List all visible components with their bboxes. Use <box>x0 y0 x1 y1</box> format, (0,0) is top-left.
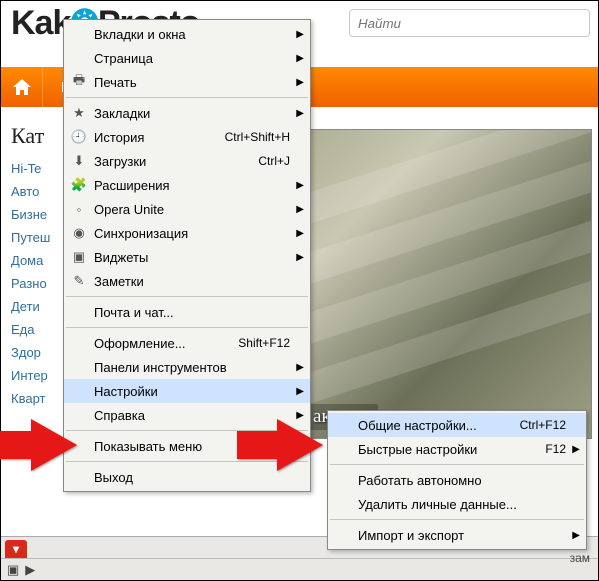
chevron-right-icon: ▶ <box>572 444 580 455</box>
menu-icon: 🖶 <box>70 71 88 93</box>
logo-text-1: Kak <box>11 4 70 42</box>
search-input[interactable] <box>349 9 590 37</box>
sub-menu-item-0[interactable]: Общие настройки...Ctrl+F12 <box>328 413 586 437</box>
menu-shortcut: Shift+F12 <box>238 336 290 350</box>
play-icon[interactable]: ▶ <box>25 562 35 578</box>
menu-label: Расширения <box>88 178 290 193</box>
menu-icon: ◉ <box>70 225 88 241</box>
main-menu-item-22[interactable]: Выход <box>64 465 310 489</box>
main-menu-item-11[interactable]: ✎Заметки <box>64 269 310 293</box>
sub-menu-item-4[interactable]: Удалить личные данные... <box>328 492 586 516</box>
menu-label: Справка <box>88 408 290 423</box>
menu-label: Панели инструментов <box>88 360 290 375</box>
main-menu-item-8[interactable]: ◦Opera Unite ▶ <box>64 197 310 221</box>
menu-shortcut: Ctrl+J <box>258 154 290 168</box>
menu-separator <box>330 519 584 520</box>
menu-shortcut: Ctrl+Shift+H <box>225 130 290 144</box>
menu-separator <box>66 97 308 98</box>
menu-label: Работать автономно <box>352 473 566 488</box>
sub-menu-item-6[interactable]: Импорт и экспорт ▶ <box>328 523 586 547</box>
main-menu-item-0[interactable]: Вкладки и окна ▶ <box>64 22 310 46</box>
menu-label: Удалить личные данные... <box>352 497 566 512</box>
panel-icon[interactable]: ▣ <box>7 562 19 578</box>
menu-icon: ◦ <box>70 202 88 217</box>
chevron-right-icon: ▶ <box>296 180 304 191</box>
menu-separator <box>330 464 584 465</box>
chevron-right-icon: ▶ <box>296 53 304 64</box>
menu-separator <box>66 296 308 297</box>
menu-label: Загрузки <box>88 154 258 169</box>
menu-label: Выход <box>88 470 290 485</box>
menu-label: Opera Unite <box>88 202 290 217</box>
opera-menu-button[interactable]: ▾ <box>5 540 27 558</box>
menu-icon: ✎ <box>70 273 88 289</box>
home-button[interactable] <box>1 67 43 107</box>
page-note: зам <box>570 551 590 565</box>
menu-icon: ⬇ <box>70 153 88 169</box>
menu-label: Импорт и экспорт <box>352 528 566 543</box>
chevron-right-icon: ▶ <box>296 204 304 215</box>
menu-label: Общие настройки... <box>352 418 520 433</box>
menu-label: Страница <box>88 51 290 66</box>
chevron-right-icon: ▶ <box>296 386 304 397</box>
menu-label: Виджеты <box>88 250 290 265</box>
main-menu-item-10[interactable]: ▣Виджеты ▶ <box>64 245 310 269</box>
main-menu-item-5[interactable]: 🕘ИсторияCtrl+Shift+H <box>64 125 310 149</box>
main-menu-item-7[interactable]: 🧩Расширения ▶ <box>64 173 310 197</box>
chevron-right-icon: ▶ <box>296 108 304 119</box>
menu-label: Быстрые настройки <box>352 442 545 457</box>
menu-label: Печать <box>88 75 290 90</box>
menu-label: Вкладки и окна <box>88 27 290 42</box>
menu-separator <box>66 327 308 328</box>
chevron-right-icon: ▶ <box>296 228 304 239</box>
menu-label: Закладки <box>88 106 290 121</box>
chevron-right-icon: ▶ <box>296 29 304 40</box>
chevron-right-icon: ▶ <box>296 252 304 263</box>
menu-icon: 🧩 <box>70 177 88 193</box>
menu-icon: ▣ <box>70 249 88 265</box>
menu-label: Синхронизация <box>88 226 290 241</box>
main-menu-item-1[interactable]: Страница ▶ <box>64 46 310 70</box>
chevron-right-icon: ▶ <box>572 530 580 541</box>
main-menu-item-6[interactable]: ⬇ЗагрузкиCtrl+J <box>64 149 310 173</box>
sub-menu-item-1[interactable]: Быстрые настройкиF12 ▶ <box>328 437 586 461</box>
main-menu-item-9[interactable]: ◉Синхронизация ▶ <box>64 221 310 245</box>
chevron-right-icon: ▶ <box>296 362 304 373</box>
menu-shortcut: Ctrl+F12 <box>520 418 566 432</box>
menu-label: История <box>88 130 225 145</box>
main-menu-item-17[interactable]: Настройки ▶ <box>64 379 310 403</box>
menu-label: Оформление... <box>88 336 238 351</box>
home-icon <box>13 79 31 95</box>
main-menu-item-4[interactable]: ★Закладки ▶ <box>64 101 310 125</box>
menu-label: Настройки <box>88 384 290 399</box>
menu-label: Почта и чат... <box>88 305 290 320</box>
menu-icon: ★ <box>70 105 88 121</box>
main-menu-item-16[interactable]: Панели инструментов ▶ <box>64 355 310 379</box>
menu-separator <box>66 461 308 462</box>
opera-main-menu: Вкладки и окна▶Страница▶🖶Печать▶★Закладк… <box>63 19 311 492</box>
main-menu-item-18[interactable]: Справка▶ <box>64 403 310 427</box>
main-menu-item-13[interactable]: Почта и чат... <box>64 300 310 324</box>
guide-arrow <box>31 419 77 471</box>
sub-menu-item-3[interactable]: Работать автономно <box>328 468 586 492</box>
menu-shortcut: F12 <box>545 442 566 456</box>
menu-label: Заметки <box>88 274 290 289</box>
menu-icon: 🕘 <box>70 129 88 145</box>
chevron-right-icon: ▶ <box>296 77 304 88</box>
guide-arrow <box>277 419 323 471</box>
main-menu-item-15[interactable]: Оформление...Shift+F12 <box>64 331 310 355</box>
main-menu-item-2[interactable]: 🖶Печать ▶ <box>64 70 310 94</box>
settings-submenu: Общие настройки...Ctrl+F12Быстрые настро… <box>327 410 587 550</box>
